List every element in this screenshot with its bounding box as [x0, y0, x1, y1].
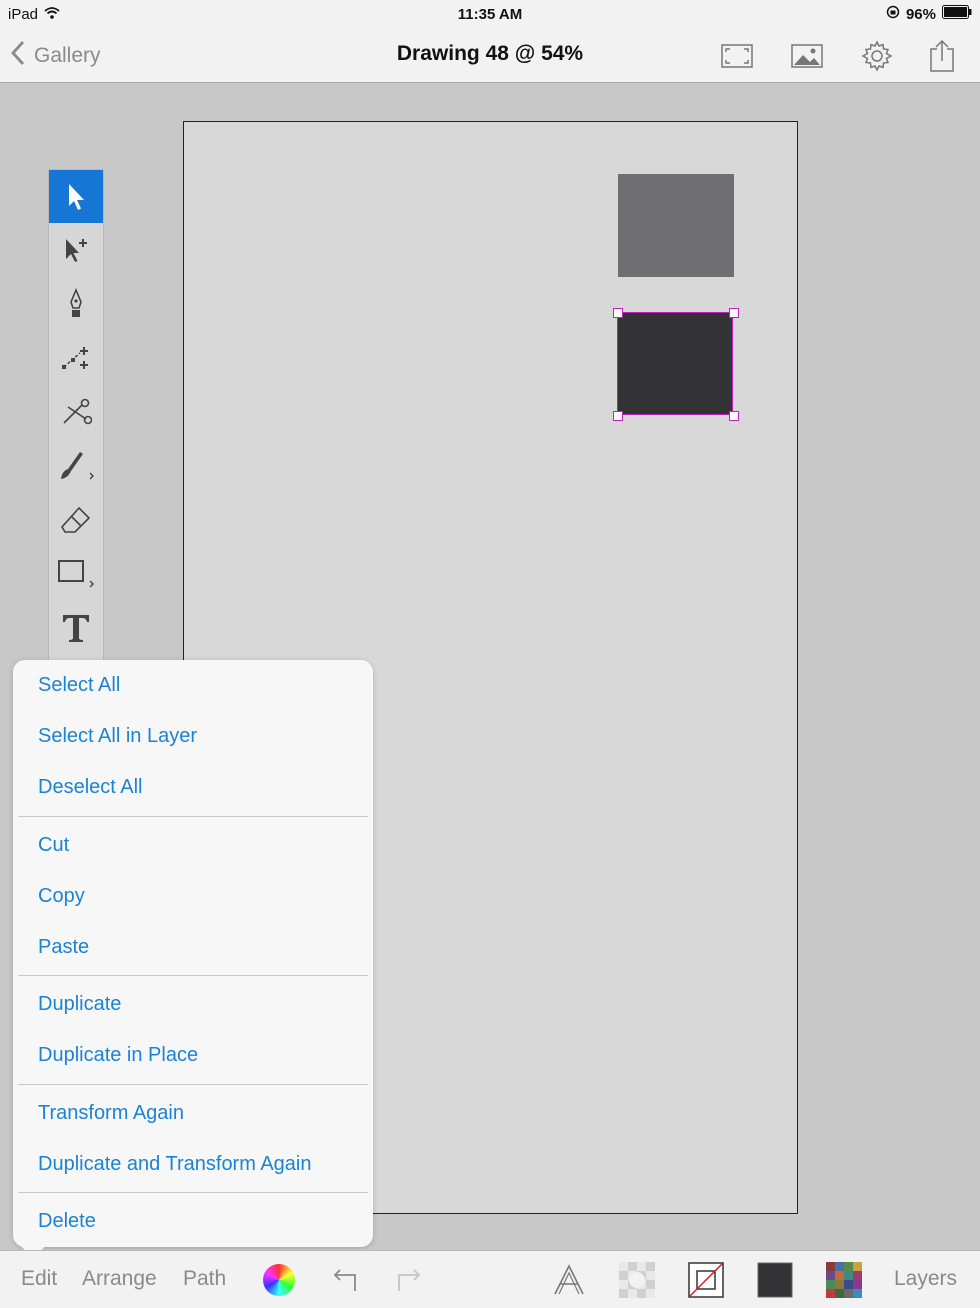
stroke-color-icon[interactable]	[686, 1260, 726, 1300]
edit-menu-button[interactable]: Edit	[21, 1267, 57, 1291]
text-tool-icon[interactable]	[49, 601, 103, 654]
layers-button[interactable]: Layers	[894, 1267, 957, 1291]
brush-tool-icon[interactable]	[49, 439, 103, 492]
menu-item-select-all[interactable]: Select All	[38, 660, 120, 711]
bottom-toolbar: Edit Arrange Path Layers	[0, 1250, 980, 1308]
color-wheel-swatch	[263, 1264, 295, 1296]
selection-handle-bottom-left[interactable]	[613, 411, 623, 421]
selected-dark-rectangle-shape[interactable]	[617, 312, 733, 415]
menu-divider	[18, 975, 368, 976]
image-icon[interactable]	[787, 36, 827, 76]
menu-item-copy[interactable]: Copy	[38, 871, 85, 922]
rectangle-tool-icon[interactable]	[49, 547, 103, 600]
selection-handle-top-right[interactable]	[729, 308, 739, 318]
menu-item-select-all-in-layer[interactable]: Select All in Layer	[38, 711, 197, 762]
menu-item-delete[interactable]: Delete	[38, 1196, 96, 1247]
gear-icon[interactable]	[857, 36, 897, 76]
menu-divider	[18, 1192, 368, 1193]
menu-item-duplicate[interactable]: Duplicate	[38, 979, 121, 1030]
redo-icon[interactable]	[389, 1260, 429, 1300]
path-menu-button[interactable]: Path	[183, 1267, 226, 1291]
select-tool-icon[interactable]	[49, 170, 103, 223]
fill-color-icon[interactable]	[755, 1260, 795, 1300]
status-bar: iPad 11:35 AM 96%	[0, 0, 980, 28]
arrange-menu-button[interactable]: Arrange	[82, 1267, 157, 1291]
menu-item-cut[interactable]: Cut	[38, 820, 69, 871]
pen-tool-icon[interactable]	[49, 277, 103, 330]
status-right: 96%	[886, 5, 972, 23]
selection-handle-top-left[interactable]	[613, 308, 623, 318]
text-style-icon[interactable]	[549, 1260, 589, 1300]
tool-palette	[48, 169, 104, 671]
color-wheel-icon[interactable]	[259, 1260, 299, 1300]
menu-divider	[18, 816, 368, 817]
document-title: Drawing 48 @ 54%	[396, 42, 584, 65]
battery-percent: 96%	[905, 5, 936, 23]
edit-menu: Select All Select All in Layer Deselect …	[13, 660, 373, 1247]
direct-select-tool-icon[interactable]	[49, 223, 103, 276]
gray-rectangle-shape[interactable]	[618, 174, 734, 277]
fullscreen-icon[interactable]	[717, 36, 757, 76]
menu-item-duplicate-in-place[interactable]: Duplicate in Place	[38, 1030, 198, 1081]
selection-handle-bottom-right[interactable]	[729, 411, 739, 421]
scissors-tool-icon[interactable]	[49, 385, 103, 438]
battery-icon	[942, 5, 972, 23]
menu-item-paste[interactable]: Paste	[38, 922, 89, 973]
add-anchor-tool-icon[interactable]	[49, 331, 103, 384]
orientation-lock-icon	[886, 5, 900, 23]
status-time: 11:35 AM	[457, 6, 523, 23]
eraser-tool-icon[interactable]	[49, 493, 103, 546]
share-icon[interactable]	[922, 36, 962, 76]
opacity-checker-icon[interactable]	[617, 1260, 657, 1300]
menu-item-duplicate-and-transform-again[interactable]: Duplicate and Transform Again	[38, 1139, 312, 1190]
menu-divider	[18, 1084, 368, 1085]
back-button[interactable]: Gallery	[10, 40, 101, 72]
menu-item-transform-again[interactable]: Transform Again	[38, 1088, 184, 1139]
chevron-left-icon	[10, 40, 26, 72]
menu-item-deselect-all[interactable]: Deselect All	[38, 762, 143, 813]
nav-bar: Gallery Drawing 48 @ 54%	[0, 28, 980, 83]
undo-icon[interactable]	[325, 1260, 365, 1300]
back-label: Gallery	[34, 44, 101, 67]
swatches-icon[interactable]	[824, 1260, 864, 1300]
